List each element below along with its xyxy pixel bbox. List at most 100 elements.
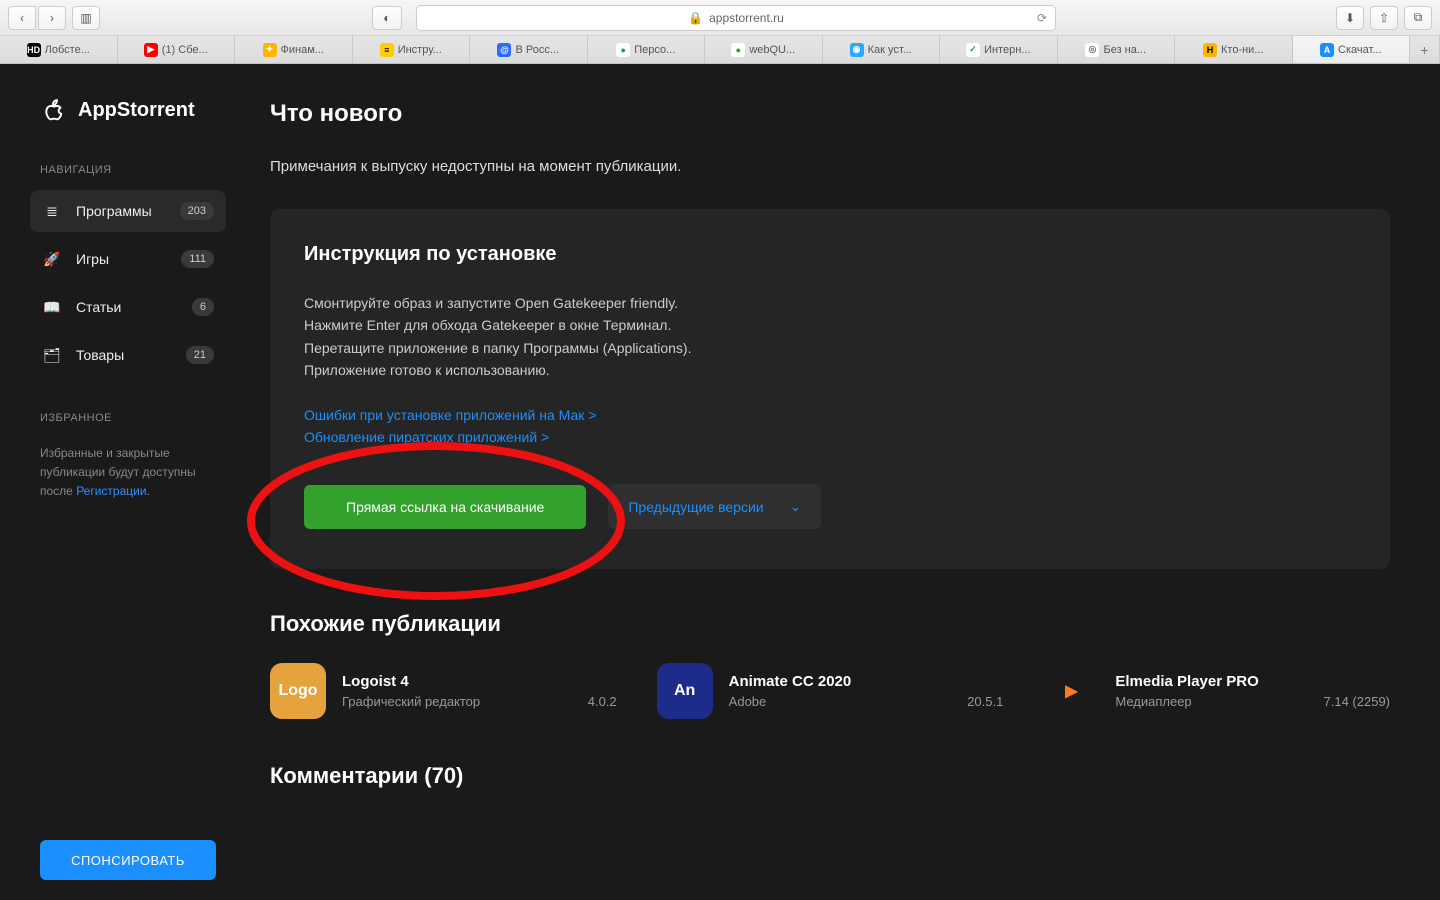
nav-badge: 111 [181,250,214,268]
url-text: appstorrent.ru [709,11,784,25]
install-errors-link[interactable]: Ошибки при установке приложений на Мак > [304,404,1356,426]
download-button[interactable]: Прямая ссылка на скачивание [304,485,586,529]
nav-badge: 21 [186,346,214,364]
favorites-heading: ИЗБРАННОЕ [40,412,226,424]
tab-favicon: ◎ [1085,43,1099,57]
tab-bar: HD Лобсте... ▶ (1) Сбе... ✦ Финам... ≡ Инстру..… [0,36,1440,64]
browser-tab[interactable]: ✓ Интерн... [940,36,1058,63]
nav-label: Игры [76,251,167,267]
nav-icon: 🗂 [42,347,62,364]
tab-favicon: H [1203,43,1217,57]
tab-label: В Росс... [515,44,559,56]
tab-label: Интерн... [984,44,1030,56]
brand-text: AppStorrent [78,99,195,122]
tab-label: Кто-ни... [1221,44,1264,56]
nav-badge: 6 [192,298,214,316]
register-link[interactable]: Регистрации [76,484,146,498]
site-logo[interactable]: AppStorrent [40,96,226,124]
browser-tab[interactable]: ◎ Без на... [1058,36,1176,63]
tab-favicon: ● [616,43,630,57]
tab-label: Лобсте... [45,44,90,56]
install-steps: Смонтируйте образ и запустите Open Gatek… [304,292,1356,382]
apple-icon [40,96,68,124]
install-instructions-box: Инструкция по установке Смонтируйте обра… [270,209,1390,569]
card-version: 20.5.1 [967,694,1003,709]
whatsnew-text: Примечания к выпуску недоступны на момен… [270,158,1390,175]
nav-badge: 203 [180,202,214,220]
tab-label: Персо... [634,44,675,56]
sponsor-button[interactable]: СПОНСИРОВАТЬ [40,840,216,880]
browser-tab[interactable]: @ В Росс... [470,36,588,63]
nav-label: Товары [76,347,172,363]
app-icon: Logo [270,663,326,719]
similar-heading: Похожие публикации [270,611,1390,637]
nav-label: Статьи [76,299,178,315]
browser-tab[interactable]: H Кто-ни... [1175,36,1293,63]
browser-tab[interactable]: A Скачат... [1293,36,1411,63]
browser-tab[interactable]: ● webQU... [705,36,823,63]
back-button[interactable]: ‹ [8,6,36,30]
nav-heading: НАВИГАЦИЯ [40,164,226,176]
reload-icon[interactable]: ⟳ [1037,11,1047,25]
card-subtitle: Adobe [729,694,767,709]
tab-label: Финам... [281,44,324,56]
browser-tab[interactable]: ◉ Как уст... [823,36,941,63]
browser-tab[interactable]: HD Лобсте... [0,36,118,63]
browser-tab[interactable]: ≡ Инстру... [353,36,471,63]
share-button[interactable]: ⇧ [1370,6,1398,30]
tab-favicon: ✓ [966,43,980,57]
tab-favicon: ● [731,43,745,57]
nav-icon: 📖 [42,299,62,316]
previous-versions-button[interactable]: Предыдущие версии ⌄ [608,484,821,529]
reader-mode-button[interactable]: ◐ [372,6,402,30]
nav-icon: ≣ [42,203,62,220]
tab-favicon: ≡ [380,43,394,57]
sidebar-nav-item[interactable]: 🚀 Игры 111 [30,238,226,280]
tab-label: webQU... [749,44,795,56]
tab-label: Без на... [1103,44,1146,56]
tabs-overview-button[interactable]: ⧉ [1404,6,1432,30]
browser-toolbar: ‹ › ▥ ◐ 🔒 appstorrent.ru ⟳ ⬇ ⇧ ⧉ [0,0,1440,36]
browser-tab[interactable]: ● Персо... [588,36,706,63]
tab-favicon: HD [27,43,41,57]
site-sidebar: AppStorrent НАВИГАЦИЯ ≣ Программы 203 🚀 Игры… [0,64,240,900]
similar-card[interactable]: ▶ Elmedia Player PRO Медиаплеер7.14 (225… [1043,663,1390,719]
sidebar-nav-item[interactable]: 📖 Статьи 6 [30,286,226,328]
chevron-down-icon: ⌄ [790,498,802,515]
install-heading: Инструкция по установке [304,243,1356,266]
tab-favicon: ◉ [850,43,864,57]
tab-favicon: ✦ [263,43,277,57]
similar-card[interactable]: An Animate CC 2020 Adobe20.5.1 [657,663,1004,719]
tab-label: Как уст... [868,44,912,56]
nav-label: Программы [76,203,166,219]
tab-label: (1) Сбе... [162,44,208,56]
tab-label: Скачат... [1338,44,1381,56]
main-content: Что нового Примечания к выпуску недоступ… [240,64,1440,900]
app-icon: An [657,663,713,719]
card-subtitle: Графический редактор [342,694,480,709]
sidebar-toggle-button[interactable]: ▥ [72,6,100,30]
downloads-button[interactable]: ⬇ [1336,6,1364,30]
forward-button[interactable]: › [38,6,66,30]
card-title: Elmedia Player PRO [1115,673,1390,690]
browser-tab[interactable]: ✦ Финам... [235,36,353,63]
new-tab-button[interactable]: + [1410,36,1440,63]
similar-card[interactable]: Logo Logoist 4 Графический редактор 4.0.2 [270,663,617,719]
whatsnew-heading: Что нового [270,100,1390,128]
nav-icon: 🚀 [42,251,62,268]
tab-label: Инстру... [398,44,442,56]
app-icon: ▶ [1043,663,1099,719]
sidebar-nav-item[interactable]: ≣ Программы 203 [30,190,226,232]
sidebar-nav-item[interactable]: 🗂 Товары 21 [30,334,226,376]
update-link[interactable]: Обновление пиратских приложений > [304,426,1356,448]
tab-favicon: ▶ [144,43,158,57]
card-version: 4.0.2 [588,694,617,709]
lock-icon: 🔒 [688,11,703,25]
tab-favicon: A [1320,43,1334,57]
favorites-text: Избранные и закрытые публикации будут до… [40,444,226,502]
card-title: Logoist 4 [342,673,617,690]
browser-tab[interactable]: ▶ (1) Сбе... [118,36,236,63]
address-bar[interactable]: 🔒 appstorrent.ru ⟳ [416,5,1056,31]
card-subtitle: Медиаплеер [1115,694,1191,709]
tab-favicon: @ [497,43,511,57]
